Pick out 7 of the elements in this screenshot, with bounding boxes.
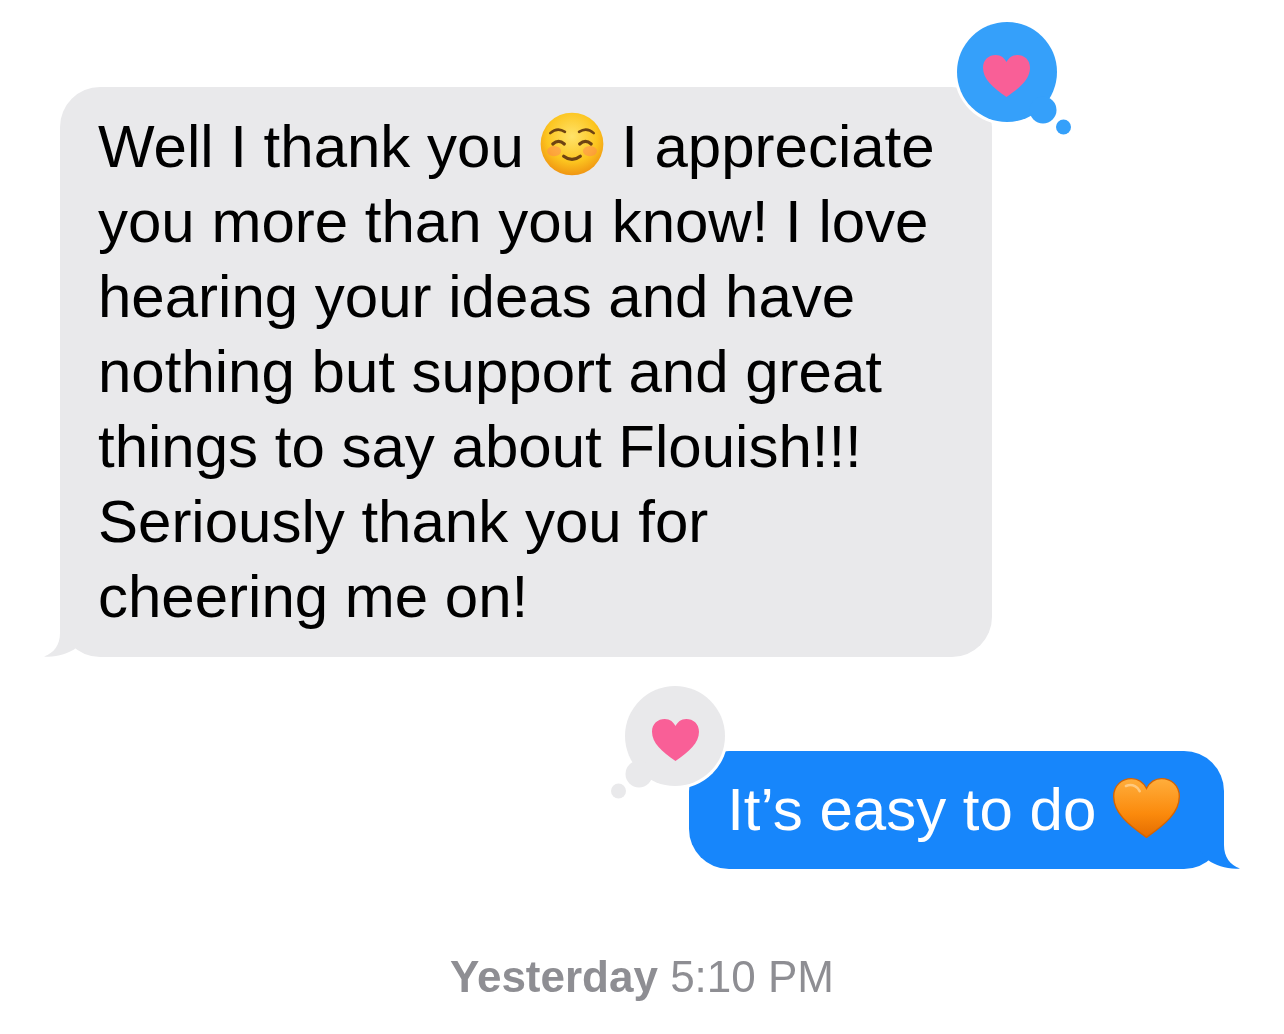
heart-reaction-icon[interactable] bbox=[610, 683, 729, 799]
timestamp: Yesterday 5:10 PM bbox=[450, 951, 834, 1003]
heart-emoji-icon bbox=[1113, 778, 1180, 838]
smiling-face-emoji-icon bbox=[540, 112, 605, 176]
message-text: It’s easy to do bbox=[727, 772, 1180, 847]
heart-reaction-icon[interactable] bbox=[954, 19, 1072, 135]
message-text: Well I thank you I appreciate you more than you know! I love hearing your ideas and have nothing but support and great things to say about Flouish!!! Seriously thank you for cheering me on! bbox=[98, 111, 936, 632]
